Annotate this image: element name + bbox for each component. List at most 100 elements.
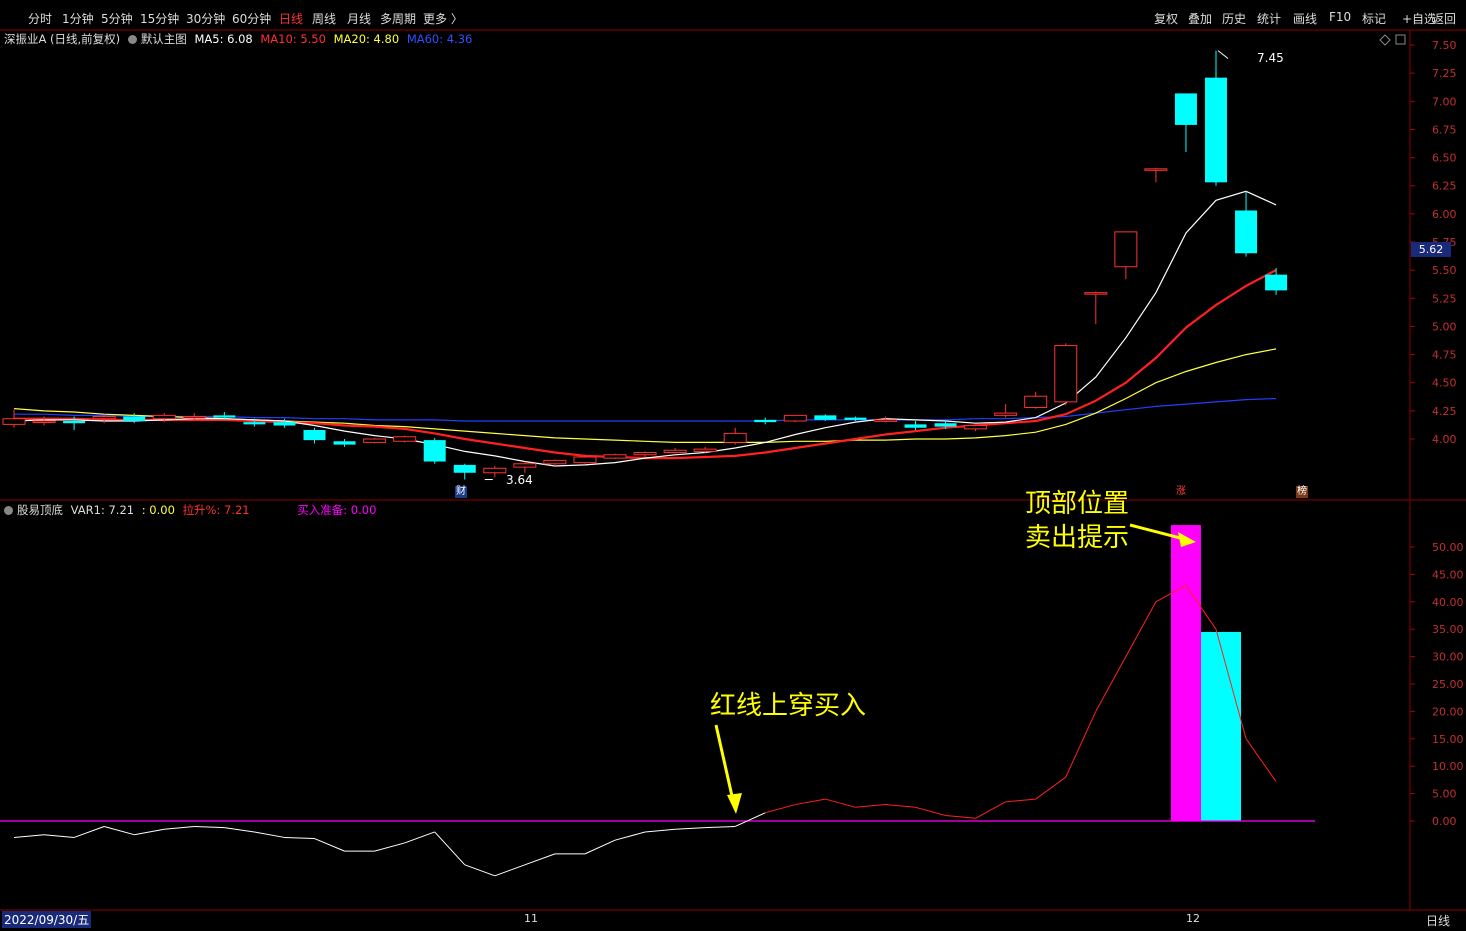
indicator-name[interactable]: 股易顶底: [17, 503, 63, 517]
cursor-date: 2022/09/30/五: [2, 911, 92, 928]
top-sell-annotation-line1: 顶部位置: [1025, 489, 1130, 519]
main-ytick-label-4: 6.50: [1432, 152, 1457, 165]
candle-body-42: [1265, 274, 1288, 291]
candle-body-33: [994, 412, 1018, 416]
var1-seg-9: [284, 836, 315, 840]
var1-seg-41: [1245, 738, 1277, 782]
candle-body-37: [1114, 231, 1138, 268]
ma20-value: MA20: 4.80: [333, 32, 400, 46]
ind-ytick-label-4: 30.00: [1432, 651, 1464, 664]
candle-body-17: [513, 463, 537, 468]
period-label[interactable]: 日线: [1426, 912, 1450, 929]
main-ytick-label-8: 5.50: [1432, 264, 1457, 277]
candle-body-20: [603, 454, 627, 459]
main-ytick-label-0: 7.50: [1432, 39, 1457, 52]
var1-seg-26: [795, 798, 826, 806]
candle-body-12: [363, 438, 387, 443]
var1-seg-23: [705, 825, 736, 829]
v2-value: : 0.00: [141, 503, 175, 517]
ind-ytick-label-5: 25.00: [1432, 678, 1464, 691]
var1-seg-2: [73, 826, 105, 838]
ind-ytick-label-2: 40.00: [1432, 596, 1464, 609]
var1-seg-3: [104, 825, 135, 836]
indicator-toggle-icon[interactable]: [4, 506, 13, 515]
candle-body-19: [573, 456, 597, 464]
candle-body-22: [663, 449, 687, 454]
x-tick-nov: 11: [524, 912, 538, 925]
var1-seg-14: [434, 831, 466, 866]
var1-seg-13: [404, 831, 435, 844]
var1-seg-30: [915, 806, 946, 817]
ranking-marker[interactable]: 榜: [1296, 486, 1308, 498]
finance-marker[interactable]: 财: [455, 486, 467, 498]
candle-body-36: [1084, 292, 1108, 295]
candle-body-27: [814, 415, 837, 420]
var1-seg-37: [1125, 601, 1157, 657]
candle-body-30: [904, 424, 927, 428]
var1-seg-5: [164, 825, 195, 830]
var1-seg-21: [645, 828, 676, 833]
candle-body-23: [693, 448, 717, 452]
candle-body-28: [844, 417, 867, 420]
main-ytick-label-3: 6.75: [1432, 123, 1457, 136]
var1-value: VAR1: 7.21: [70, 503, 135, 517]
var1-seg-7: [224, 827, 255, 833]
maximize-icon: [1395, 34, 1406, 45]
candle-body-24: [723, 432, 747, 443]
var1-seg-22: [675, 827, 706, 830]
high-price-label: 7.45: [1257, 51, 1284, 65]
ma5-line: [13, 190, 1277, 467]
candle-body-41: [1235, 210, 1258, 254]
var1-seg-33: [1005, 798, 1036, 803]
buy-arrow-shaft: [714, 724, 736, 806]
candle-body-8: [243, 422, 266, 425]
candle-body-9: [273, 422, 296, 426]
low-price-label: 3.64: [506, 473, 533, 487]
candle-body-7: [213, 415, 236, 418]
top-signal-bar: [1170, 525, 1201, 821]
var1-seg-20: [614, 831, 646, 841]
main-ytick-label-6: 6.00: [1432, 208, 1457, 221]
lift-value: 拉升%: 7.21: [182, 503, 250, 517]
ma10-value: MA10: 5.50: [260, 32, 326, 46]
candle-body-11: [333, 441, 356, 445]
candle-body-18: [543, 459, 567, 465]
ind-ytick-label-0: 50.00: [1432, 541, 1464, 554]
ind-ytick-label-3: 35.00: [1432, 623, 1464, 636]
ind-ytick-label-6: 20.00: [1432, 705, 1464, 718]
ind-ytick-label-7: 15.00: [1432, 733, 1464, 746]
candle-body-4: [123, 416, 146, 421]
candle-body-6: [182, 415, 206, 419]
ind-ytick-label-1: 45.00: [1432, 568, 1464, 581]
candle-body-34: [1024, 395, 1048, 408]
ma20-line: [13, 348, 1277, 443]
candle-body-10: [303, 429, 326, 441]
var1-seg-1: [44, 834, 75, 838]
candle-body-38: [1144, 168, 1168, 171]
diamond-icon: [1379, 34, 1391, 46]
main-ytick-label-2: 7.00: [1432, 95, 1457, 108]
buy-annotation: 红线上穿买入: [710, 691, 867, 721]
template-toggle-icon[interactable]: [127, 35, 137, 44]
var1-seg-32: [975, 801, 1006, 819]
var1-seg-36: [1095, 656, 1127, 712]
buy-ready-value: 买入准备: 0.00: [297, 503, 377, 517]
template-name[interactable]: 默认主图: [141, 32, 187, 46]
ind-ytick-label-8: 10.00: [1432, 760, 1464, 773]
candle-body-15: [453, 464, 476, 473]
chart-canvas: 7.507.257.006.756.506.256.005.755.505.25…: [0, 29, 1466, 911]
candle-body-21: [633, 452, 657, 456]
var1-seg-25: [765, 804, 796, 814]
candle-body-31: [934, 423, 957, 427]
limit-up-marker[interactable]: 涨: [1176, 486, 1186, 498]
candle-body-40: [1205, 77, 1227, 183]
var1-seg-0: [13, 834, 45, 838]
candle-body-14: [423, 440, 446, 462]
candle-body-0: [2, 418, 26, 425]
var1-seg-28: [855, 804, 886, 808]
var1-seg-19: [584, 839, 616, 855]
var1-seg-10: [314, 838, 345, 852]
candle-body-29: [873, 419, 897, 422]
var1-seg-16: [494, 864, 526, 877]
x-tick-dec: 12: [1186, 912, 1200, 925]
